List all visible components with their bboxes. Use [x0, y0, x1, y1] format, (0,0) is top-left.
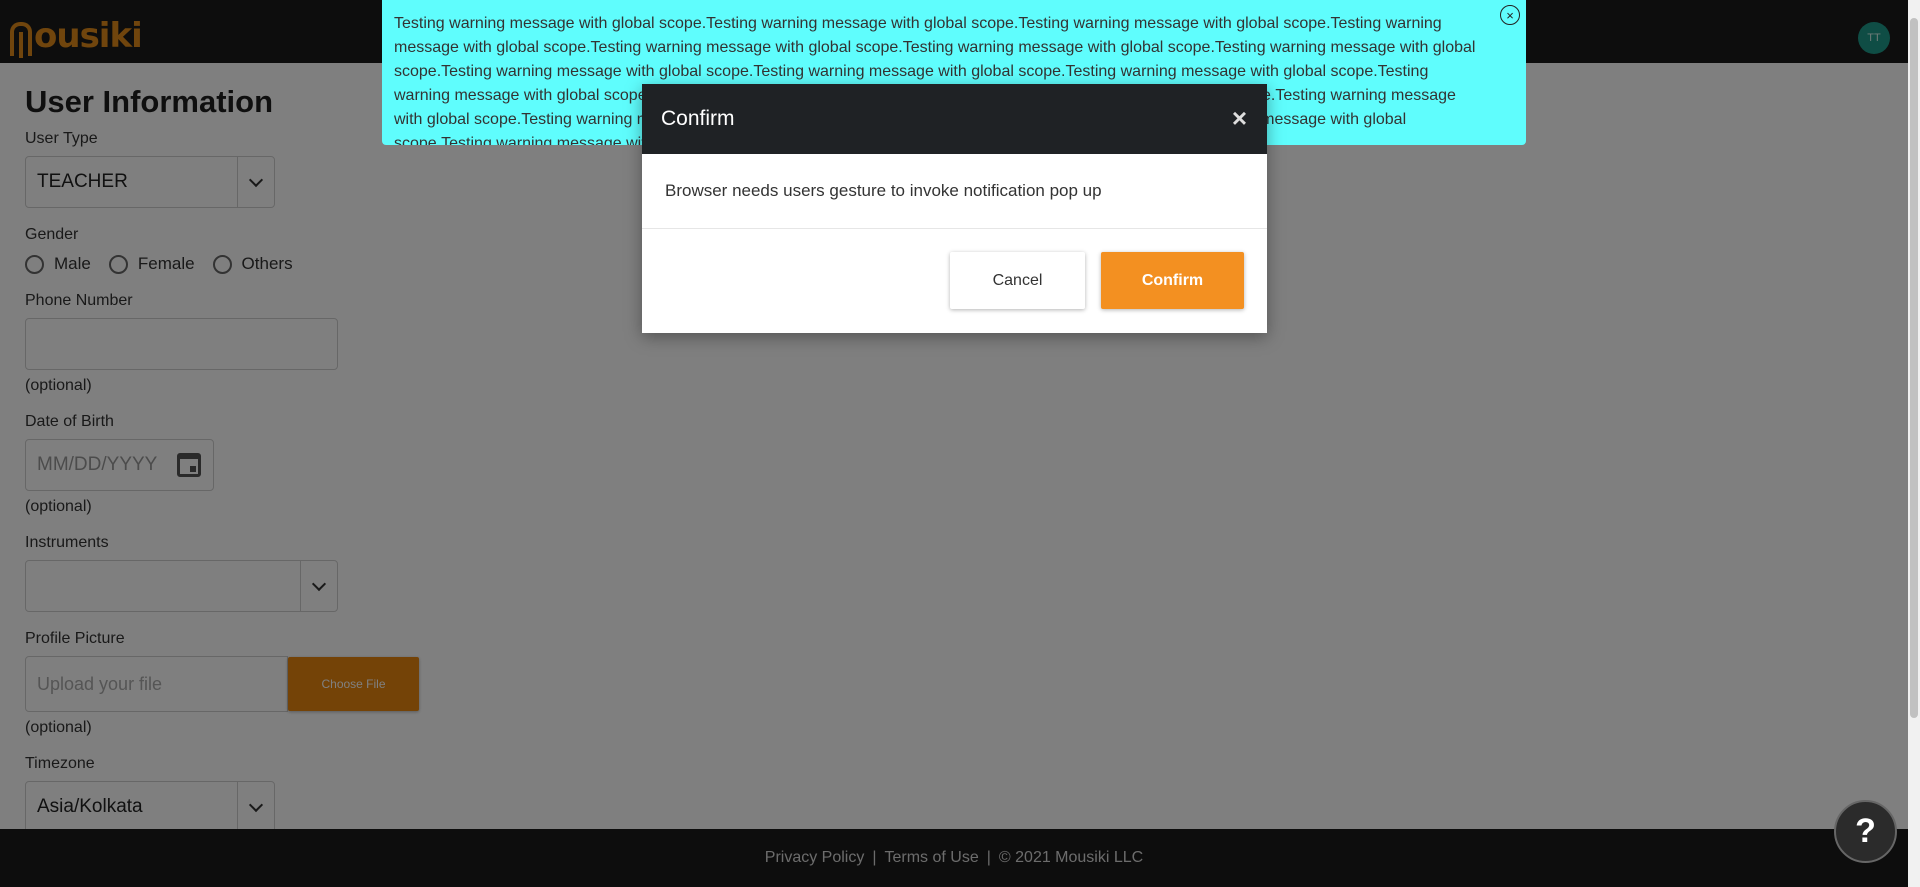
- dialog-title: Confirm: [661, 107, 735, 130]
- dialog-message: Browser needs users gesture to invoke no…: [642, 154, 1267, 229]
- confirm-button[interactable]: Confirm: [1101, 252, 1244, 309]
- cancel-button[interactable]: Cancel: [950, 252, 1085, 309]
- dialog-footer: Cancel Confirm: [642, 229, 1267, 333]
- dialog-header: Confirm ×: [642, 84, 1267, 154]
- close-icon[interactable]: ×: [1232, 105, 1247, 131]
- scrollbar-thumb[interactable]: [1910, 18, 1918, 718]
- page-scrollbar[interactable]: [1908, 0, 1920, 887]
- help-button[interactable]: ?: [1834, 800, 1897, 863]
- close-icon[interactable]: ×: [1500, 5, 1520, 25]
- confirm-dialog: Confirm × Browser needs users gesture to…: [642, 84, 1267, 333]
